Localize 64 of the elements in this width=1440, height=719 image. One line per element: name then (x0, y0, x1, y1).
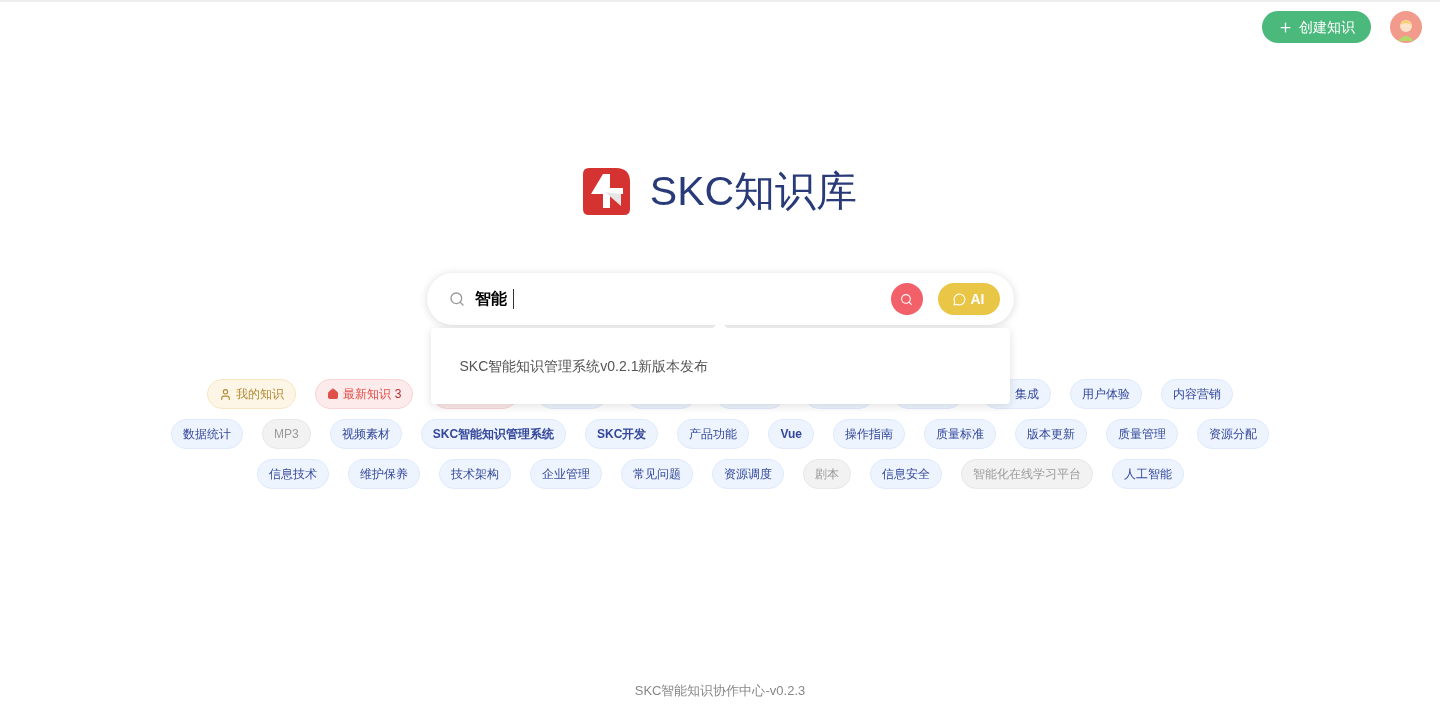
tag-label: 最新知识 (342, 386, 391, 403)
search-text: 智能 (474, 289, 507, 309)
chat-icon (952, 292, 966, 306)
tag[interactable]: 操作指南 (832, 419, 905, 449)
tag[interactable]: 最新知识 3 (314, 379, 414, 409)
tag-label: 内容营销 (1173, 386, 1222, 403)
tag-label: 剧本 (814, 466, 839, 483)
tag[interactable]: 资源分配 (1196, 419, 1269, 449)
tag-label: 操作指南 (844, 426, 893, 443)
tag-label: Vue (780, 426, 802, 443)
search-button[interactable] (890, 283, 923, 315)
tag-label: 常见问题 (632, 466, 681, 483)
count: 3 (394, 386, 402, 403)
tag-label: 技术架构 (450, 466, 499, 483)
tag[interactable]: SKC智能知识管理系统 (420, 419, 567, 449)
tag[interactable]: 内容营销 (1161, 379, 1234, 409)
tag[interactable]: 数据统计 (171, 419, 244, 449)
tag-label: 版本更新 (1026, 426, 1075, 443)
tag-label: 资源调度 (723, 466, 772, 483)
tag-label: 智能化在线学习平台 (972, 466, 1081, 483)
tag[interactable]: Vue (768, 419, 814, 449)
tag[interactable]: 质量管理 (1105, 419, 1178, 449)
home-icon (326, 388, 339, 400)
site-title: SKC知识库 (649, 171, 858, 212)
tag-label: 视频素材 (341, 426, 390, 443)
search-field[interactable]: 智能 AI (426, 273, 1014, 325)
tag[interactable]: 资源调度 (711, 459, 784, 489)
tag[interactable]: 技术架构 (438, 459, 511, 489)
tag[interactable]: 版本更新 (1014, 419, 1087, 449)
tag[interactable]: 维护保养 (347, 459, 420, 489)
tag[interactable]: 信息技术 (256, 459, 329, 489)
avatar-icon[interactable] (1390, 11, 1422, 43)
tag-label: 质量管理 (1117, 426, 1166, 443)
tag[interactable]: 常见问题 (620, 459, 693, 489)
tag-label: 产品功能 (689, 426, 738, 443)
tag-label: 集成 (1015, 386, 1040, 403)
search-icon (900, 292, 913, 306)
tag-label: 我的知识 (235, 386, 284, 403)
tag-label: 数据统计 (183, 426, 232, 443)
tag[interactable]: 质量标准 (923, 419, 996, 449)
plus-icon (1278, 19, 1293, 35)
tag[interactable]: SKC开发 (585, 419, 659, 449)
tag-label: 质量标准 (935, 426, 984, 443)
tag-label: 维护保养 (359, 466, 408, 483)
tag[interactable]: 人工智能 (1111, 459, 1184, 489)
tag-label: 企业管理 (541, 466, 590, 483)
tag-label: 人工智能 (1123, 466, 1172, 483)
user-icon (218, 387, 232, 401)
tag[interactable]: 企业管理 (529, 459, 602, 489)
footer-text: SKC智能知识协作中心-v0.2.3 (633, 681, 807, 700)
suggestion-item[interactable]: SKC智能知识管理系统v0.2.1新版本发布 (430, 356, 1010, 376)
tag-label: 用户体验 (1082, 386, 1131, 403)
tag-label: MP3 (274, 426, 299, 443)
tag-label: 信息安全 (881, 466, 930, 483)
tag-label: SKC开发 (597, 426, 647, 443)
tag[interactable]: 产品功能 (677, 419, 750, 449)
tag-label: SKC智能知识管理系统 (432, 426, 555, 443)
tag[interactable]: 信息安全 (869, 459, 942, 489)
tag[interactable]: 用户体验 (1070, 379, 1143, 409)
tag-label: 信息技术 (268, 466, 317, 483)
tag[interactable]: 视频素材 (329, 419, 402, 449)
search-icon (448, 291, 465, 307)
logo-icon (582, 168, 630, 215)
tag-label: 资源分配 (1208, 426, 1257, 443)
